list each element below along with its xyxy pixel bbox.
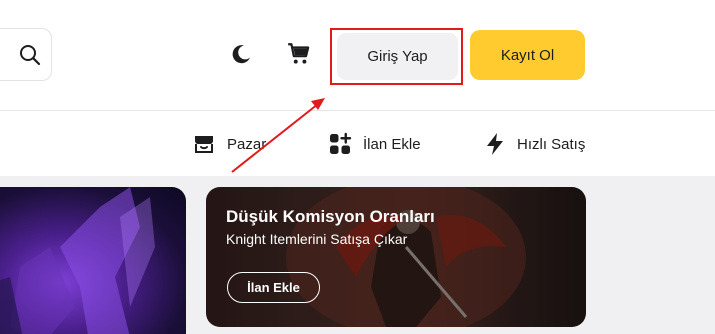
main-nav: Pazar İlan Ekle Hızlı Satış: [0, 112, 715, 176]
banner-image-left[interactable]: [0, 187, 186, 334]
nav-item-label: İlan Ekle: [363, 135, 421, 153]
nav-item-label: Pazar: [227, 135, 267, 153]
search-button[interactable]: [0, 28, 52, 81]
header: Giriş Yap Kayıt Ol: [0, 0, 715, 111]
search-icon: [20, 44, 41, 65]
register-button[interactable]: Kayıt Ol: [470, 30, 585, 80]
theme-toggle-button[interactable]: [224, 37, 258, 71]
banner-title: Düşük Komisyon Oranları: [226, 207, 435, 226]
nav-item-market[interactable]: Pazar: [192, 130, 266, 158]
nav-item-add-listing[interactable]: İlan Ekle: [328, 130, 421, 158]
nav-item-label: Hızlı Satış: [517, 135, 586, 153]
grid-plus-icon: [330, 132, 352, 154]
bolt-icon: [487, 133, 503, 155]
cart-icon: [288, 43, 310, 64]
moon-icon: [232, 45, 250, 64]
banner-add-listing-button[interactable]: İlan Ekle: [227, 272, 320, 303]
banner-subtitle: Knight Itemlerini Satışa Çıkar: [226, 231, 408, 247]
cart-button[interactable]: [282, 37, 316, 71]
fantasy-art-image: [0, 187, 155, 334]
promo-banner[interactable]: Düşük Komisyon Oranları Knight Itemlerin…: [206, 187, 586, 327]
store-icon: [195, 136, 213, 153]
banner-area: Düşük Komisyon Oranları Knight Itemlerin…: [0, 176, 715, 334]
login-button[interactable]: Giriş Yap: [337, 33, 458, 80]
nav-item-fast-sale[interactable]: Hızlı Satış: [484, 130, 585, 158]
